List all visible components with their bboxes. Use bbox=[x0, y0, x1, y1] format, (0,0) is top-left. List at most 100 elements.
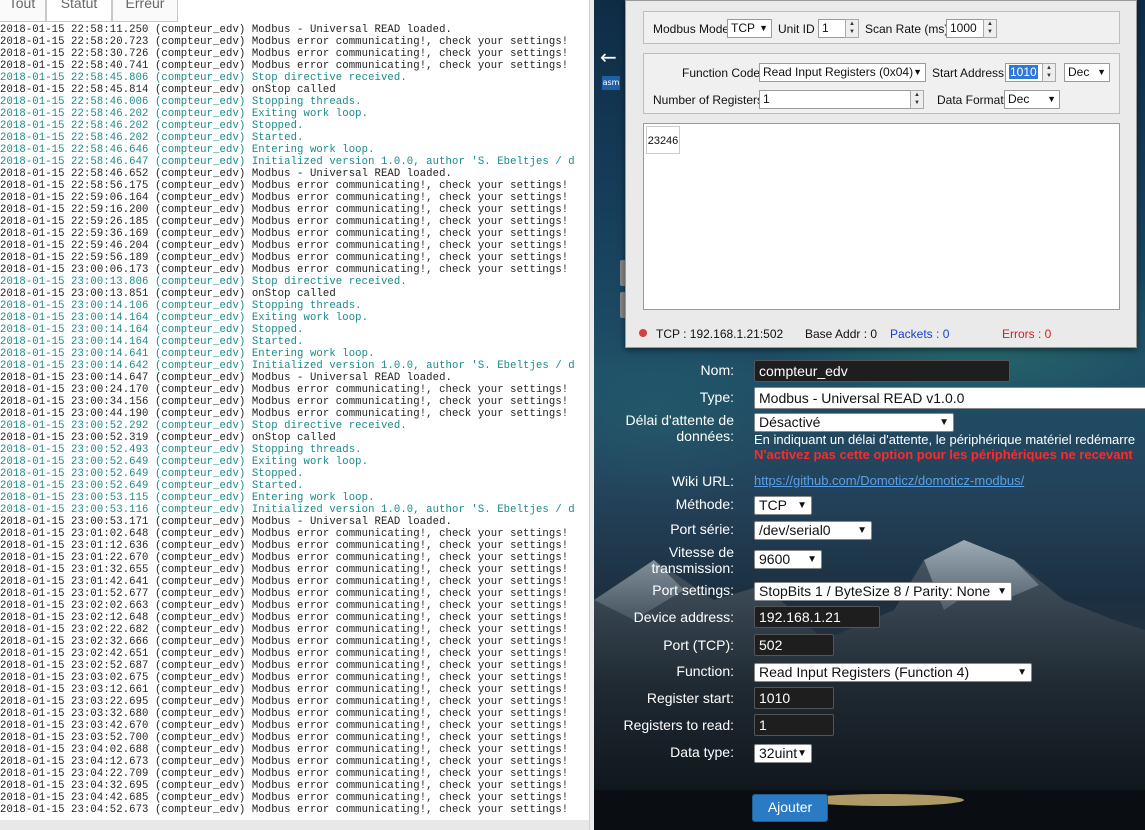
method-select[interactable]: TCP ▼ bbox=[754, 496, 812, 515]
serial-port-label: Port série: bbox=[670, 521, 734, 537]
tab-all[interactable]: Tout bbox=[0, 0, 46, 22]
modbus-tool-window: Modbus Mode TCP ▼ Unit ID 1 ▲ ▼ Scan Rate … bbox=[625, 0, 1137, 348]
log-line: 2018-01-15 23:02:02.663 (compteur_edv) M… bbox=[0, 600, 569, 612]
log-line: 2018-01-15 23:04:02.688 (compteur_edv) M… bbox=[0, 744, 569, 756]
scan-rate-label: Scan Rate (ms) bbox=[865, 22, 949, 36]
log-line: 2018-01-15 22:59:36.169 (compteur_edv) M… bbox=[0, 228, 569, 240]
scan-rate-input[interactable]: 1000 bbox=[946, 19, 984, 38]
serial-port-select[interactable]: /dev/serial0 ▼ bbox=[754, 521, 872, 540]
function-code-value: Read Input Registers (0x04) bbox=[763, 65, 914, 79]
log-line: 2018-01-15 22:58:46.202 (compteur_edv) S… bbox=[0, 132, 304, 144]
unit-id-spinner[interactable]: ▲ ▼ bbox=[845, 19, 859, 38]
function-code-select[interactable]: Read Input Registers (0x04) ▼ bbox=[759, 63, 926, 82]
chevron-down-icon: ▼ bbox=[759, 23, 768, 33]
address-format-select[interactable]: Dec ▼ bbox=[1064, 63, 1110, 82]
log-line: 2018-01-15 22:58:46.652 (compteur_edv) M… bbox=[0, 168, 453, 180]
unit-id-label: Unit ID bbox=[778, 22, 815, 36]
name-input[interactable]: compteur_edv bbox=[754, 360, 1010, 382]
baud-select[interactable]: 9600 ▼ bbox=[754, 550, 822, 569]
log-line: 2018-01-15 23:00:52.292 (compteur_edv) S… bbox=[0, 420, 407, 432]
log-line: 2018-01-15 23:00:14.164 (compteur_edv) S… bbox=[0, 336, 304, 348]
type-field: Modbus - Universal READ v1.0.0 bbox=[754, 387, 1145, 409]
register-value-cell[interactable]: 23246 bbox=[646, 126, 680, 154]
log-line: 2018-01-15 22:58:46.202 (compteur_edv) S… bbox=[0, 120, 304, 132]
chevron-down-icon: ▼ bbox=[939, 417, 949, 428]
start-address-spinner[interactable]: ▲ ▼ bbox=[1042, 63, 1056, 82]
unit-id-input[interactable]: 1 bbox=[818, 19, 846, 38]
baud-label: Vitesse de transmission: bbox=[651, 544, 734, 576]
log-line: 2018-01-15 23:00:13.851 (compteur_edv) o… bbox=[0, 288, 336, 300]
status-connection: TCP : 192.168.1.21:502 bbox=[656, 327, 784, 341]
timeout-label: Délai d'attente de données: bbox=[625, 412, 734, 444]
tab-error[interactable]: Erreur bbox=[112, 0, 178, 22]
log-line: 2018-01-15 23:01:42.641 (compteur_edv) M… bbox=[0, 576, 569, 588]
chevron-down-icon: ▼ bbox=[1017, 667, 1027, 678]
port-settings-value: StopBits 1 / ByteSize 8 / Parity: None bbox=[759, 583, 991, 599]
function-select[interactable]: Read Input Registers (Function 4) ▼ bbox=[754, 663, 1032, 682]
log-line: 2018-01-15 23:00:52.649 (compteur_edv) S… bbox=[0, 468, 304, 480]
num-registers-spinner[interactable]: ▲ ▼ bbox=[910, 90, 924, 109]
log-line: 2018-01-15 22:59:26.185 (compteur_edv) M… bbox=[0, 216, 569, 228]
device-address-input[interactable]: 192.168.1.21 bbox=[754, 606, 880, 628]
log-line: 2018-01-15 23:00:52.649 (compteur_edv) S… bbox=[0, 480, 304, 492]
log-line: 2018-01-15 23:04:42.685 (compteur_edv) M… bbox=[0, 792, 569, 804]
modbus-mode-label: Modbus Mode bbox=[653, 22, 730, 36]
serial-port-value: /dev/serial0 bbox=[759, 522, 831, 538]
log-line: 2018-01-15 23:00:52.319 (compteur_edv) o… bbox=[0, 432, 336, 444]
data-format-select[interactable]: Dec ▼ bbox=[1004, 90, 1060, 109]
log-line: 2018-01-15 23:03:42.670 (compteur_edv) M… bbox=[0, 720, 569, 732]
log-line: 2018-01-15 23:02:32.666 (compteur_edv) M… bbox=[0, 636, 569, 648]
chevron-down-icon: ▼ bbox=[857, 525, 867, 536]
timeout-select[interactable]: Désactivé ▼ bbox=[754, 413, 954, 432]
chevron-down-icon: ▼ bbox=[797, 500, 807, 511]
modbus-mode-select[interactable]: TCP ▼ bbox=[727, 19, 772, 38]
registers-to-read-label: Registers to read: bbox=[623, 717, 735, 733]
scan-rate-spinner[interactable]: ▲ ▼ bbox=[983, 19, 997, 38]
log-line: 2018-01-15 22:58:46.006 (compteur_edv) S… bbox=[0, 96, 362, 108]
port-tcp-input[interactable]: 502 bbox=[754, 634, 834, 656]
log-line: 2018-01-15 23:00:24.170 (compteur_edv) M… bbox=[0, 384, 569, 396]
connection-group: Modbus Mode TCP ▼ Unit ID 1 ▲ ▼ Scan Rate … bbox=[643, 11, 1120, 44]
log-line: 2018-01-15 22:59:56.189 (compteur_edv) M… bbox=[0, 252, 569, 264]
data-type-label: Data type: bbox=[670, 744, 734, 760]
horizontal-scrollbar[interactable] bbox=[0, 820, 590, 830]
wiki-link[interactable]: https://github.com/Domoticz/domoticz-mod… bbox=[754, 473, 1024, 488]
function-code-label: Function Code bbox=[682, 66, 761, 80]
add-button[interactable]: Ajouter bbox=[752, 794, 828, 822]
back-arrow-icon[interactable]: ← bbox=[600, 45, 617, 69]
log-line: 2018-01-15 23:00:34.156 (compteur_edv) M… bbox=[0, 396, 569, 408]
port-settings-select[interactable]: StopBits 1 / ByteSize 8 / Parity: None ▼ bbox=[754, 582, 1012, 601]
data-type-select[interactable]: 32uint ▼ bbox=[754, 744, 812, 763]
device-address-label: Device address: bbox=[633, 609, 734, 625]
timeout-info: En indiquant un délai d'attente, le péri… bbox=[754, 432, 1136, 447]
log-line: 2018-01-15 23:00:14.164 (compteur_edv) S… bbox=[0, 324, 304, 336]
log-line: 2018-01-15 23:00:14.642 (compteur_edv) I… bbox=[0, 360, 575, 372]
num-registers-input[interactable]: 1 bbox=[759, 90, 911, 109]
log-line: 2018-01-15 23:02:52.687 (compteur_edv) M… bbox=[0, 660, 569, 672]
log-line: 2018-01-15 23:04:12.673 (compteur_edv) M… bbox=[0, 756, 569, 768]
log-line: 2018-01-15 23:00:14.164 (compteur_edv) E… bbox=[0, 312, 369, 324]
log-line: 2018-01-15 22:58:46.202 (compteur_edv) E… bbox=[0, 108, 369, 120]
register-start-input[interactable]: 1010 bbox=[754, 687, 834, 709]
log-line: 2018-01-15 22:59:06.164 (compteur_edv) M… bbox=[0, 192, 569, 204]
port-tcp-label: Port (TCP): bbox=[663, 637, 734, 653]
log-line: 2018-01-15 23:01:32.655 (compteur_edv) M… bbox=[0, 564, 569, 576]
log-line: 2018-01-15 23:04:32.695 (compteur_edv) M… bbox=[0, 780, 569, 792]
type-label: Type: bbox=[699, 389, 734, 405]
chevron-down-icon: ▼ bbox=[913, 67, 922, 77]
num-registers-label: Number of Registers bbox=[653, 93, 764, 107]
start-address-label: Start Address bbox=[932, 66, 1005, 80]
tab-status[interactable]: Statut bbox=[46, 0, 112, 22]
start-address-input[interactable]: 1010 bbox=[1005, 63, 1043, 82]
log-line: 2018-01-15 23:03:32.680 (compteur_edv) M… bbox=[0, 708, 569, 720]
timeout-warning: N'activez pas cette option pour les péri… bbox=[754, 447, 1133, 462]
log-line: 2018-01-15 22:58:56.175 (compteur_edv) M… bbox=[0, 180, 569, 192]
log-line: 2018-01-15 22:58:20.723 (compteur_edv) M… bbox=[0, 36, 569, 48]
log-line: 2018-01-15 23:01:12.636 (compteur_edv) M… bbox=[0, 540, 569, 552]
chevron-down-icon: ▼ bbox=[797, 748, 807, 759]
connection-status-icon bbox=[639, 329, 647, 337]
registers-to-read-input[interactable]: 1 bbox=[754, 714, 834, 736]
method-label: Méthode: bbox=[675, 496, 734, 512]
log-line: 2018-01-15 22:58:11.250 (compteur_edv) M… bbox=[0, 24, 453, 36]
data-type-value: 32uint bbox=[759, 745, 798, 761]
